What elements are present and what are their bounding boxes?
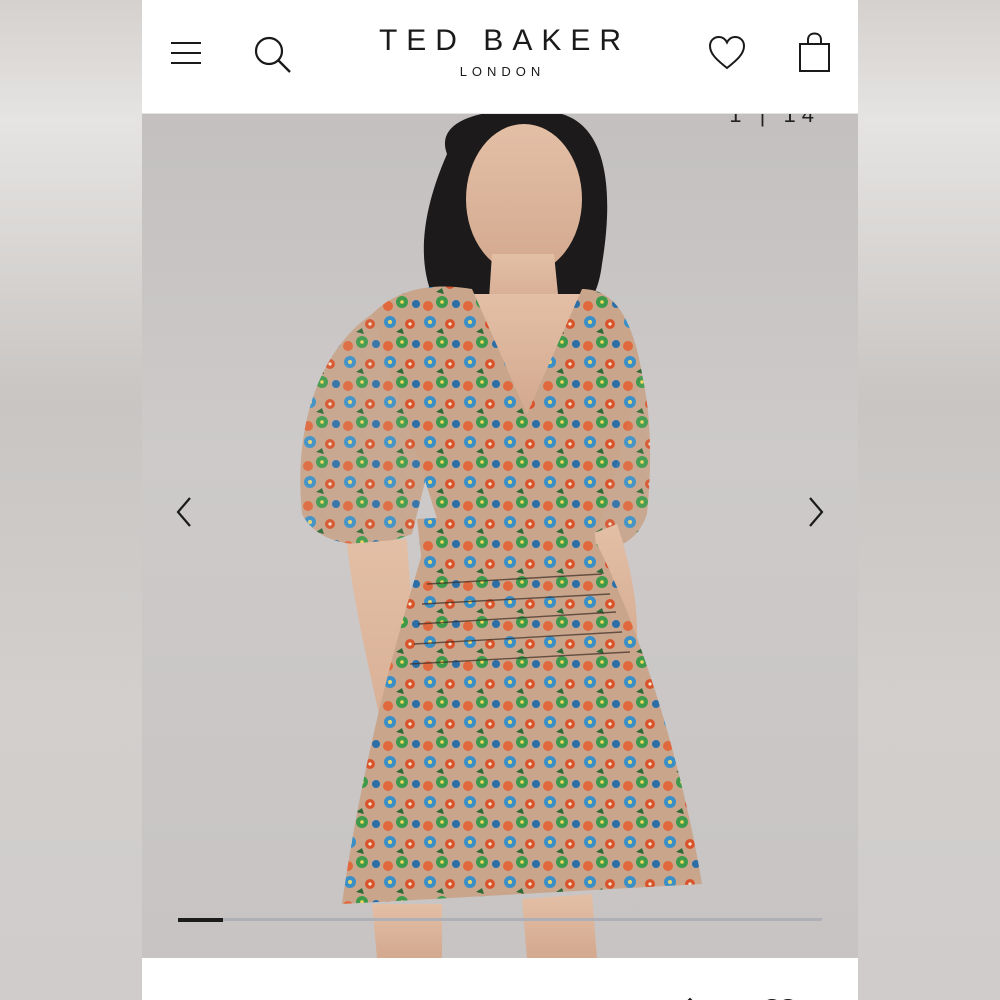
heart-icon[interactable] xyxy=(762,994,798,1000)
image-counter-separator: | xyxy=(759,114,772,127)
brand-subtitle: LONDON xyxy=(459,64,546,79)
gallery-progress-fill xyxy=(178,917,224,922)
image-counter: 1 | 14 xyxy=(729,114,820,128)
gallery-progress-track xyxy=(178,917,822,922)
background-left-blur xyxy=(0,0,142,1000)
site-header: TED BAKER LONDON xyxy=(142,0,858,114)
image-counter-total: 14 xyxy=(783,114,820,127)
heart-icon[interactable] xyxy=(708,35,746,76)
background-right-blur xyxy=(858,0,1000,1000)
chevron-right-icon[interactable] xyxy=(800,494,830,530)
brand-logo[interactable]: TED BAKER LONDON xyxy=(142,24,858,79)
phone-screen: TED BAKER LONDON 1 | 14 xyxy=(142,0,858,1000)
shopping-bag-icon[interactable] xyxy=(798,32,832,79)
product-image-gallery[interactable]: 1 | 14 xyxy=(142,114,858,958)
product-photo xyxy=(300,114,702,958)
image-counter-current: 1 xyxy=(729,114,748,127)
chevron-left-icon[interactable] xyxy=(170,494,200,530)
product-info-strip xyxy=(142,958,858,1000)
share-icon[interactable] xyxy=(678,994,702,1000)
brand-name: TED BAKER xyxy=(378,24,631,57)
